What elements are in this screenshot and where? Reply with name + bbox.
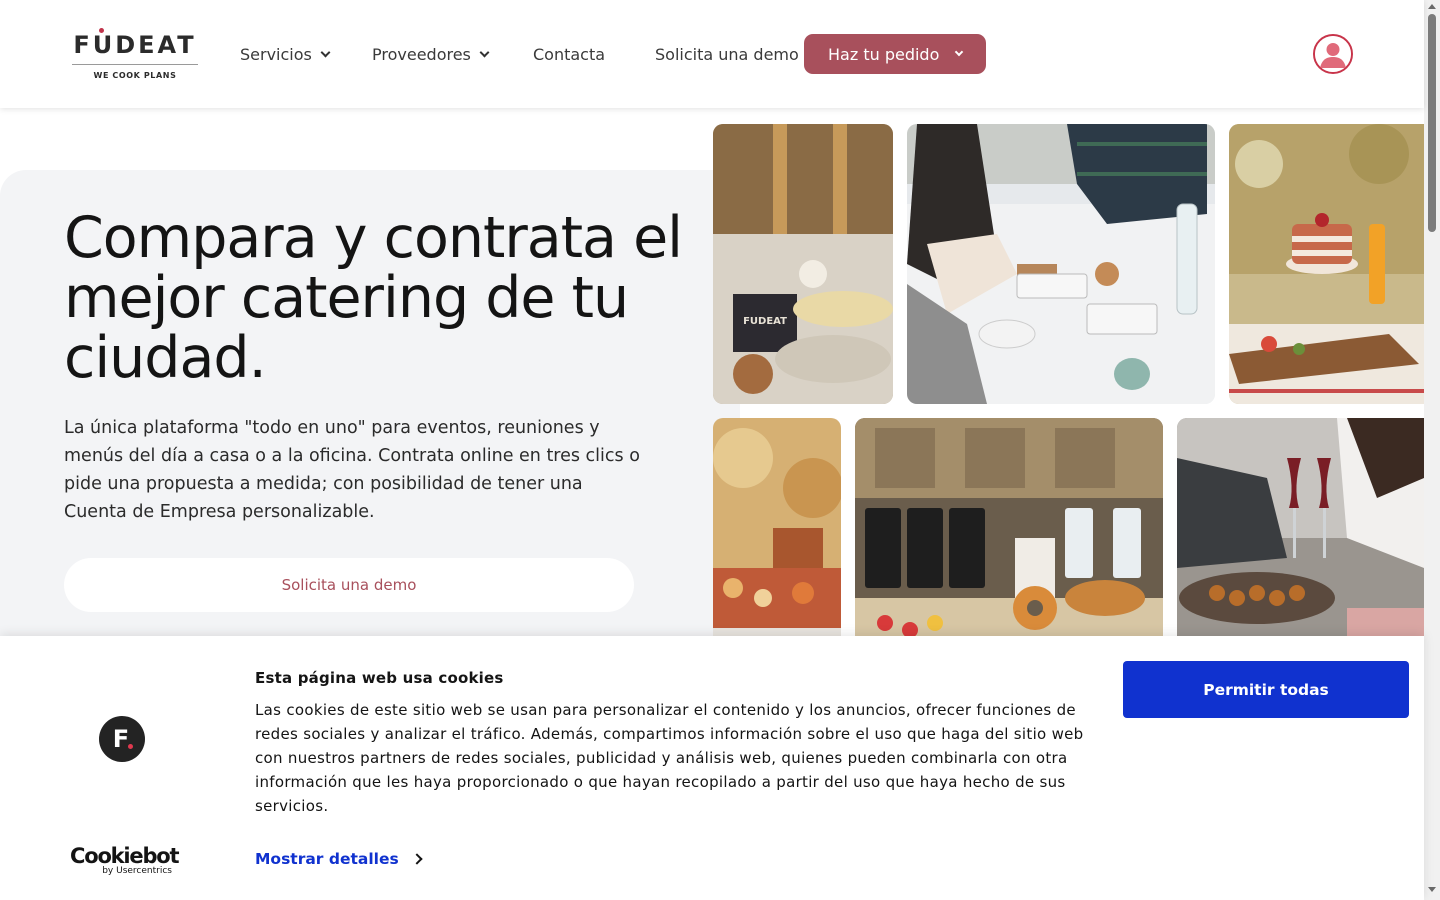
site-header: FUDEAT WE COOK PLANS Servicios Proveedor… [0, 0, 1424, 108]
catering-photo-office-lunch [907, 124, 1215, 404]
user-circle-icon[interactable] [1313, 34, 1353, 74]
nav-contacta[interactable]: Contacta [533, 42, 605, 66]
order-button[interactable]: Haz tu pedido [804, 34, 986, 74]
fudeat-f-logo: F [99, 716, 145, 762]
catering-photo-desserts [713, 418, 841, 638]
catering-photo-branded-tray: FUDEAT [713, 124, 893, 404]
logo-letter: F [112, 725, 130, 753]
nav-label: Servicios [240, 44, 312, 64]
logo-wordmark: FUDEAT [73, 31, 197, 59]
chevron-down-icon [479, 47, 490, 57]
request-demo-button[interactable]: Solicita una demo [64, 558, 634, 612]
cookie-description: Las cookies de este sitio web se usan pa… [255, 701, 1084, 815]
hero-description: La única plataforma "todo en uno" para e… [64, 418, 640, 522]
svg-text:FUDEAT: FUDEAT [743, 316, 787, 327]
allow-all-button[interactable]: Permitir todas [1123, 661, 1409, 718]
cookie-consent-banner: F Cookiebot by Usercentrics Esta página … [0, 636, 1424, 900]
scroll-up-arrow-icon[interactable] [1428, 4, 1436, 9]
nav-servicios[interactable]: Servicios [240, 42, 331, 66]
logo-accent-dot [99, 28, 104, 33]
nav-label: Solicita una demo [655, 44, 799, 64]
nav-solicita-demo[interactable]: Solicita una demo [655, 42, 799, 66]
chevron-right-icon [411, 853, 423, 865]
page-scrollbar[interactable] [1424, 0, 1440, 900]
hero-title: Compara y contrata el mejor catering de … [64, 205, 683, 391]
logo-divider [72, 64, 198, 65]
cookiebot-wordmark: Cookiebot [70, 844, 180, 868]
catering-photo-wine-toast [1177, 418, 1424, 638]
nav-label: Proveedores [372, 44, 471, 64]
nav-proveedores[interactable]: Proveedores [372, 42, 490, 66]
catering-photo-breakfast-buffet [855, 418, 1163, 638]
cookiebot-logo[interactable]: Cookiebot by Usercentrics [70, 844, 180, 876]
show-details-label: Mostrar detalles [255, 850, 399, 868]
food-photo-grid: FUDEAT [713, 108, 1424, 638]
fudeat-logo[interactable]: FUDEAT WE COOK PLANS [72, 28, 198, 84]
chevron-down-icon [320, 47, 331, 57]
chevron-down-icon [954, 47, 964, 57]
order-button-label: Haz tu pedido [828, 44, 940, 64]
catering-photo-cake-table [1229, 124, 1424, 404]
cookie-title: Esta página web usa cookies [255, 669, 504, 687]
scroll-down-arrow-icon[interactable] [1428, 887, 1436, 892]
show-details-link[interactable]: Mostrar detalles [255, 850, 423, 868]
logo-accent-dot [128, 744, 133, 749]
scrollbar-thumb[interactable] [1428, 14, 1436, 232]
logo-tagline: WE COOK PLANS [93, 71, 177, 80]
nav-label: Contacta [533, 44, 606, 64]
